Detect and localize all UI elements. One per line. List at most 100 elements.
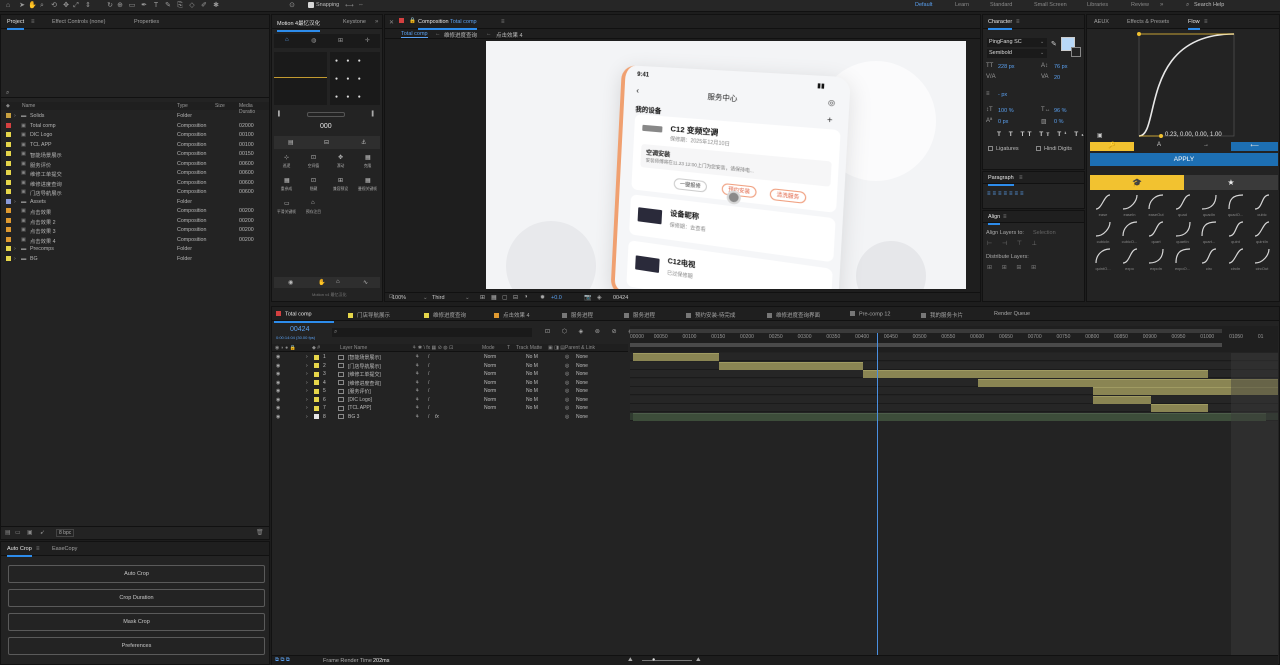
quality-icon[interactable]: /: [428, 380, 429, 386]
pickwhip-icon[interactable]: ◎: [565, 405, 569, 411]
zoom-slider[interactable]: [642, 660, 692, 661]
label-color-swatch[interactable]: [6, 142, 11, 147]
label-color-swatch[interactable]: [6, 113, 11, 118]
project-item[interactable]: › ▬ Precomps Folder: [1, 245, 269, 255]
close-icon[interactable]: ✕: [389, 19, 394, 26]
layer-mode-select[interactable]: Norm: [484, 380, 496, 386]
panel-menu-icon[interactable]: ≡: [31, 19, 35, 25]
work-area-bar[interactable]: [630, 343, 1222, 347]
hscale-value[interactable]: 96 %: [1054, 108, 1067, 114]
favorites-tab-button[interactable]: ★: [1184, 175, 1278, 190]
snap-options-icon[interactable]: ⟷: [345, 2, 354, 9]
layer-track-matte-select[interactable]: No M: [526, 371, 538, 377]
rotate-tool-icon[interactable]: ↻: [106, 2, 114, 10]
timeline-tab[interactable]: Total comp: [276, 311, 312, 318]
project-search-bar[interactable]: ⌕: [1, 89, 269, 98]
trash-icon[interactable]: 🗑: [256, 529, 264, 536]
tab-motion[interactable]: Motion 4最忆汉化: [277, 19, 320, 27]
expand-arrow-icon[interactable]: ›: [306, 414, 308, 420]
shy-icon[interactable]: ⚘: [415, 371, 419, 377]
region-icon[interactable]: ⊞: [480, 294, 485, 301]
col-layer-name[interactable]: Layer Name: [340, 345, 367, 351]
layer-name[interactable]: [DIC Logo]: [348, 397, 372, 403]
auto-crop-button[interactable]: Auto Crop: [8, 565, 265, 583]
crosshair-icon[interactable]: ✛: [365, 37, 370, 44]
label-column-icon[interactable]: ◆: [6, 103, 10, 109]
layer-duration-bar[interactable]: [719, 362, 863, 370]
layer-parent-select[interactable]: None: [576, 405, 588, 411]
eye-icon[interactable]: ◉: [276, 388, 280, 394]
apply-button[interactable]: APPLY: [1090, 153, 1278, 166]
easing-preset[interactable]: quartIn: [1170, 220, 1196, 246]
expand-arrow-icon[interactable]: ›: [306, 388, 308, 394]
headset-icon[interactable]: ◎: [828, 98, 836, 107]
pickwhip-icon[interactable]: ◎: [565, 363, 569, 369]
pen-tool-icon[interactable]: ✒: [140, 2, 148, 10]
viewer-timecode[interactable]: 00424: [613, 295, 628, 301]
layer-label-color[interactable]: [314, 355, 319, 360]
shy-icon[interactable]: ⚘: [415, 363, 419, 369]
brush-tool-icon[interactable]: ✎: [164, 2, 172, 10]
zoom-in-icon[interactable]: ⛰: [696, 657, 701, 664]
eye-icon[interactable]: ◉: [288, 279, 293, 286]
pan-tool-icon[interactable]: ⤢: [72, 2, 80, 10]
expand-arrow-icon[interactable]: ›: [14, 113, 16, 119]
layer-label-color[interactable]: [314, 397, 319, 402]
easing-preset[interactable]: quart...: [1196, 220, 1222, 246]
timeline-tab[interactable]: 维修进度查询: [424, 311, 466, 319]
layer-mode-select[interactable]: Norm: [484, 371, 496, 377]
resolution-select[interactable]: Third: [432, 295, 445, 301]
layer-label-color[interactable]: [314, 406, 319, 411]
font-size-value[interactable]: 228 px: [998, 64, 1015, 70]
leading-value[interactable]: 76 px: [1054, 64, 1067, 70]
easing-preset[interactable]: expoO...: [1170, 247, 1196, 273]
layer-label-color[interactable]: [314, 372, 319, 377]
layer-mode-select[interactable]: Norm: [484, 405, 496, 411]
layer-mode-select[interactable]: Norm: [484, 397, 496, 403]
col-parent-link[interactable]: Parent & Link: [565, 345, 595, 351]
project-item[interactable]: ▣ 点击效果 3 Composition 00200: [1, 226, 269, 236]
easing-preset[interactable]: expoIn: [1143, 247, 1169, 273]
hand-tool-icon[interactable]: ✋: [28, 2, 36, 10]
eye-icon[interactable]: ◉: [276, 414, 280, 420]
label-color-swatch[interactable]: [6, 237, 11, 242]
layer-row[interactable]: ◉ › ⚘ / 5 [服务评价] Norm No M ◎ None: [272, 387, 628, 396]
eye-icon[interactable]: ◉: [276, 371, 280, 377]
shy-icon[interactable]: ⚘: [415, 380, 419, 386]
motion-tool-button[interactable]: ✥ 漂动: [328, 153, 353, 173]
layer-row[interactable]: ◉ › ⚘/6 [DIC Logo] Norm No M ◎ None: [272, 396, 628, 405]
curve-icon[interactable]: ∿: [363, 279, 368, 286]
layer-parent-select[interactable]: None: [576, 414, 588, 420]
project-item[interactable]: ▣ 维修进度查询 Composition 00600: [1, 179, 269, 189]
timeline-search[interactable]: ⌕: [332, 328, 532, 337]
easing-preset[interactable]: cubicO...: [1117, 220, 1143, 246]
col-track-matte[interactable]: Track Matte: [516, 345, 542, 351]
tab-properties[interactable]: Properties: [134, 19, 159, 25]
search-help-field[interactable]: Search Help: [1194, 2, 1224, 8]
pickwhip-icon[interactable]: ◎: [565, 371, 569, 377]
timeline-tab[interactable]: Render Queue: [994, 311, 1030, 317]
layer-duration-bar[interactable]: [633, 413, 1266, 421]
text-style-buttons[interactable]: T T TT Tт T¹ T₁: [997, 131, 1087, 138]
easing-preset[interactable]: quadO...: [1223, 193, 1249, 219]
motion-tool-button[interactable]: ▭ 平滑关键帧: [274, 199, 299, 219]
label-color-swatch[interactable]: [6, 189, 11, 194]
layer-parent-select[interactable]: None: [576, 363, 588, 369]
layer-row[interactable]: ◉ › ⚘/8 BG 3 fx ◎ None: [272, 413, 628, 422]
motion-tool-button[interactable]: ⊡ 空间值: [301, 153, 326, 173]
layer-row[interactable]: ◉ › ⚘ / 4 [维修进度查询] Norm No M ◎ None: [272, 379, 628, 388]
layer-name[interactable]: [门店导航展示]: [348, 363, 381, 370]
anchor-tool-icon[interactable]: ⊕: [116, 2, 124, 10]
timeline-tab[interactable]: 服务进程: [624, 311, 655, 319]
eye-icon[interactable]: ◉: [276, 380, 280, 386]
pickwhip-icon[interactable]: ◎: [565, 380, 569, 386]
pin-icon[interactable]: ⌂: [285, 37, 289, 43]
font-family-select[interactable]: PingFang SC ⌄: [987, 38, 1047, 47]
motion-tool-button[interactable]: ⊡ 隐藏: [301, 176, 326, 196]
layer-track-matte-select[interactable]: No M: [526, 388, 538, 394]
transparency-icon[interactable]: ▦: [491, 294, 497, 301]
expand-arrow-icon[interactable]: ›: [306, 354, 308, 360]
tab-keystone[interactable]: Keystone: [343, 19, 366, 25]
layers-icon[interactable]: ▤: [288, 139, 294, 146]
label-color-swatch[interactable]: [6, 227, 11, 232]
